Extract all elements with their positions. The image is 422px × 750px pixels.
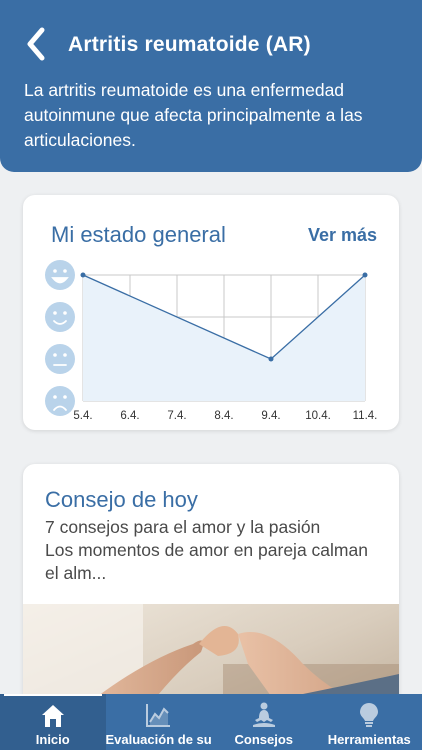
- page-description: La artritis reumatoide es una enfermedad…: [24, 80, 363, 150]
- x-tick-label: 9.4.: [261, 410, 280, 422]
- tab-lightbulb[interactable]: Herramientas: [317, 694, 422, 750]
- page-title: Artritis reumatoide (AR): [68, 33, 311, 56]
- status-chart: 5.4. 6.4. 7.4. 8.4. 9.4. 10.4. 11.4.: [45, 260, 378, 422]
- tip-body: Los momentos de amor en pareja calman el…: [45, 540, 368, 583]
- happy-face-icon: [45, 302, 75, 332]
- header: Artritis reumatoide (AR) La artritis reu…: [0, 0, 422, 172]
- chart-point: [80, 272, 86, 278]
- tab-label: Herramientas: [327, 732, 411, 747]
- chart-point: [362, 272, 368, 278]
- chevron-left-icon: [27, 27, 45, 61]
- x-tick-label: 11.4.: [353, 410, 378, 422]
- tab-meditation[interactable]: Consejos: [211, 694, 317, 750]
- tab-chart[interactable]: Evaluación de su salud: [105, 694, 212, 750]
- tab-bar: Inicio Evaluación de su salud Consejos Herr…: [0, 694, 422, 750]
- lightbulb-icon: [360, 703, 379, 727]
- meditation-icon: [252, 702, 275, 727]
- home-icon: [41, 705, 64, 727]
- chart-point: [268, 356, 274, 362]
- x-tick-label: 5.4.: [73, 410, 92, 422]
- back-button[interactable]: [24, 26, 54, 66]
- x-tick-label: 8.4.: [214, 410, 233, 422]
- chart-icon: [146, 704, 171, 727]
- x-tick-label: 7.4.: [167, 410, 186, 422]
- neutral-face-icon: [45, 344, 75, 374]
- tab-label: Consejos: [234, 732, 293, 747]
- tip-card-title: Consejo de hoy: [45, 487, 198, 512]
- tip-subtitle: 7 consejos para el amor y la pasión: [45, 517, 321, 537]
- very-happy-face-icon: [45, 260, 75, 290]
- tip-card-text: 7 consejos para el amor y la pasión Los …: [45, 516, 385, 585]
- tab-label: Evaluación de su salud: [105, 732, 212, 747]
- x-tick-label: 10.4.: [305, 410, 331, 422]
- status-card: Mi estado general Ver más 5.4. 6.4. 7.4. 8.…: [23, 195, 399, 430]
- sad-face-icon: [45, 386, 75, 416]
- tab-label: Inicio: [35, 732, 70, 747]
- tab-home[interactable]: Inicio: [0, 694, 106, 750]
- x-tick-label: 6.4.: [120, 410, 139, 422]
